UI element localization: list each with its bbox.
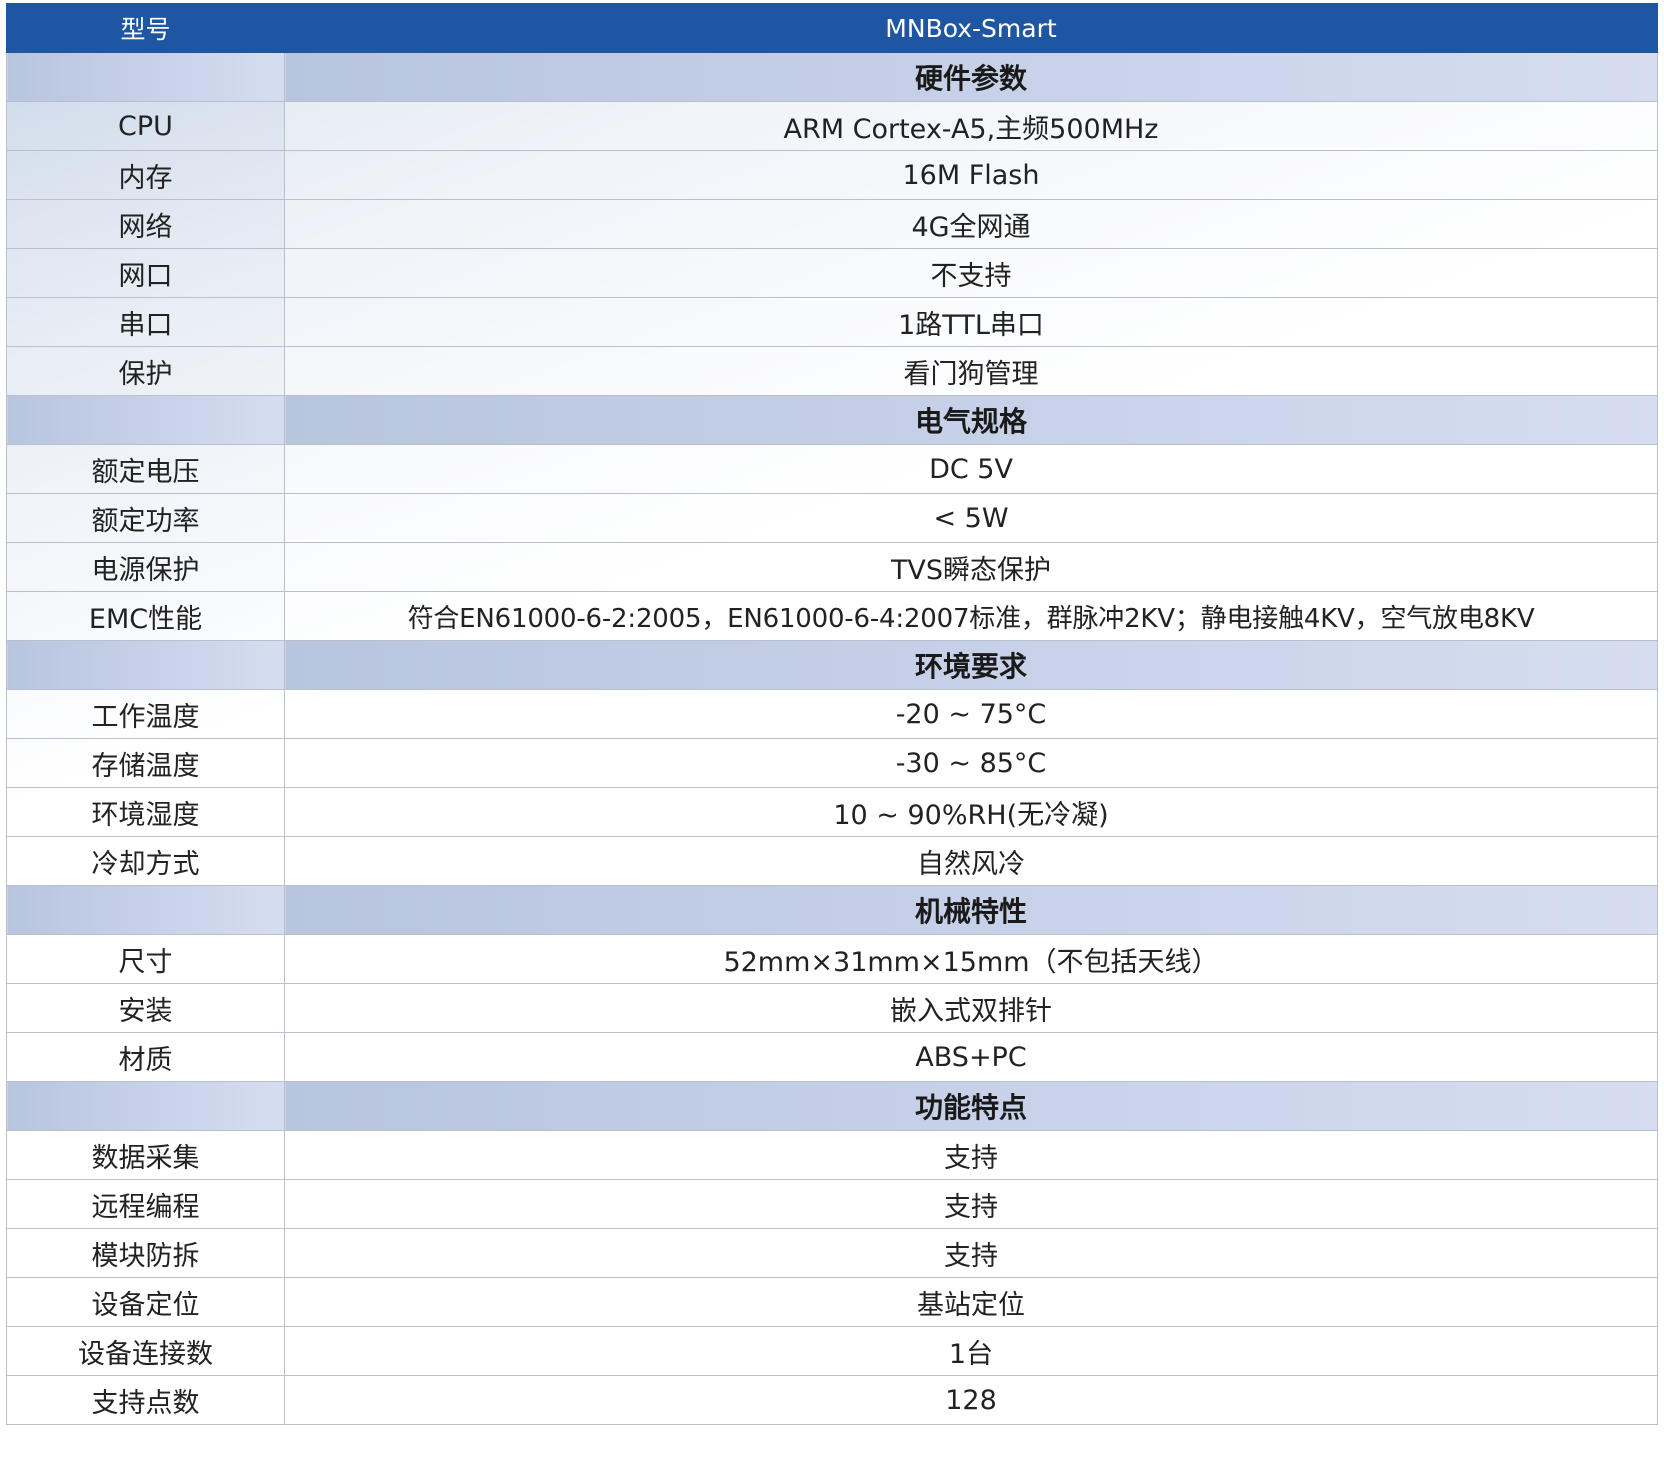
row-label: 工作温度 bbox=[6, 689, 285, 739]
table-row: 数据采集 支持 bbox=[6, 1130, 1658, 1180]
section-title: 环境要求 bbox=[284, 640, 1658, 690]
header-row: 型号 MNBox-Smart bbox=[6, 3, 1658, 53]
row-value: 支持 bbox=[284, 1179, 1658, 1229]
section-label-blank bbox=[6, 885, 285, 935]
table-row: 冷却方式 自然风冷 bbox=[6, 836, 1658, 886]
table-row: 额定电压 DC 5V bbox=[6, 444, 1658, 494]
row-label: 额定功率 bbox=[6, 493, 285, 543]
row-value: -30 ~ 85°C bbox=[284, 738, 1658, 788]
row-label: 模块防拆 bbox=[6, 1228, 285, 1278]
table-row: 保护 看门狗管理 bbox=[6, 346, 1658, 396]
row-label: 安装 bbox=[6, 983, 285, 1033]
row-label: 设备定位 bbox=[6, 1277, 285, 1327]
row-value: ARM Cortex-A5,主频500MHz bbox=[284, 101, 1658, 151]
table-row: 环境湿度 10 ~ 90%RH(无冷凝) bbox=[6, 787, 1658, 837]
row-value: -20 ~ 75°C bbox=[284, 689, 1658, 739]
table-row: 尺寸 52mm×31mm×15mm（不包括天线） bbox=[6, 934, 1658, 984]
table-row: 模块防拆 支持 bbox=[6, 1228, 1658, 1278]
row-value: 支持 bbox=[284, 1130, 1658, 1180]
table-row: 安装 嵌入式双排针 bbox=[6, 983, 1658, 1033]
section-label-blank bbox=[6, 640, 285, 690]
section-row-electrical: 电气规格 bbox=[6, 395, 1658, 445]
section-title: 功能特点 bbox=[284, 1081, 1658, 1131]
table-row: 远程编程 支持 bbox=[6, 1179, 1658, 1229]
row-label: 网口 bbox=[6, 248, 285, 298]
table-row: 额定功率 < 5W bbox=[6, 493, 1658, 543]
row-label: 尺寸 bbox=[6, 934, 285, 984]
section-title: 电气规格 bbox=[284, 395, 1658, 445]
row-value: 自然风冷 bbox=[284, 836, 1658, 886]
section-row-features: 功能特点 bbox=[6, 1081, 1658, 1131]
table-row: EMC性能 符合EN61000-6-2:2005，EN61000-6-4:200… bbox=[6, 591, 1658, 641]
table-row: 设备连接数 1台 bbox=[6, 1326, 1658, 1376]
section-row-hardware: 硬件参数 bbox=[6, 52, 1658, 102]
section-label-blank bbox=[6, 52, 285, 102]
spec-table: 型号 MNBox-Smart 硬件参数 CPU ARM Cortex-A5,主频… bbox=[6, 3, 1658, 1425]
row-value: < 5W bbox=[284, 493, 1658, 543]
section-label-blank bbox=[6, 1081, 285, 1131]
row-value: 52mm×31mm×15mm（不包括天线） bbox=[284, 934, 1658, 984]
row-label: 冷却方式 bbox=[6, 836, 285, 886]
row-value: 10 ~ 90%RH(无冷凝) bbox=[284, 787, 1658, 837]
table-row: 网口 不支持 bbox=[6, 248, 1658, 298]
row-value: 支持 bbox=[284, 1228, 1658, 1278]
table-row: 支持点数 128 bbox=[6, 1375, 1658, 1425]
row-value: 看门狗管理 bbox=[284, 346, 1658, 396]
model-value: MNBox-Smart bbox=[284, 3, 1658, 53]
table-row: 串口 1路TTL串口 bbox=[6, 297, 1658, 347]
table-row: 存储温度 -30 ~ 85°C bbox=[6, 738, 1658, 788]
section-title: 机械特性 bbox=[284, 885, 1658, 935]
row-label: 网络 bbox=[6, 199, 285, 249]
table-row: 材质 ABS+PC bbox=[6, 1032, 1658, 1082]
row-label: 材质 bbox=[6, 1032, 285, 1082]
table-row: 内存 16M Flash bbox=[6, 150, 1658, 200]
row-label: 电源保护 bbox=[6, 542, 285, 592]
row-value: 基站定位 bbox=[284, 1277, 1658, 1327]
row-value: TVS瞬态保护 bbox=[284, 542, 1658, 592]
row-label: 串口 bbox=[6, 297, 285, 347]
table-row: 工作温度 -20 ~ 75°C bbox=[6, 689, 1658, 739]
table-row: CPU ARM Cortex-A5,主频500MHz bbox=[6, 101, 1658, 151]
row-value: 1台 bbox=[284, 1326, 1658, 1376]
section-row-environment: 环境要求 bbox=[6, 640, 1658, 690]
row-value: 符合EN61000-6-2:2005，EN61000-6-4:2007标准，群脉… bbox=[284, 591, 1658, 641]
row-label: 设备连接数 bbox=[6, 1326, 285, 1376]
section-label-blank bbox=[6, 395, 285, 445]
row-label: 远程编程 bbox=[6, 1179, 285, 1229]
table-row: 网络 4G全网通 bbox=[6, 199, 1658, 249]
row-label: 支持点数 bbox=[6, 1375, 285, 1425]
section-row-mechanical: 机械特性 bbox=[6, 885, 1658, 935]
row-label: CPU bbox=[6, 101, 285, 151]
row-value: DC 5V bbox=[284, 444, 1658, 494]
row-value: 1路TTL串口 bbox=[284, 297, 1658, 347]
row-value: 128 bbox=[284, 1375, 1658, 1425]
row-label: 额定电压 bbox=[6, 444, 285, 494]
row-label: EMC性能 bbox=[6, 591, 285, 641]
table-row: 设备定位 基站定位 bbox=[6, 1277, 1658, 1327]
row-value: 16M Flash bbox=[284, 150, 1658, 200]
section-title: 硬件参数 bbox=[284, 52, 1658, 102]
model-label: 型号 bbox=[6, 3, 285, 53]
row-label: 存储温度 bbox=[6, 738, 285, 788]
table-row: 电源保护 TVS瞬态保护 bbox=[6, 542, 1658, 592]
row-label: 环境湿度 bbox=[6, 787, 285, 837]
row-value: 4G全网通 bbox=[284, 199, 1658, 249]
row-value: 不支持 bbox=[284, 248, 1658, 298]
row-value: ABS+PC bbox=[284, 1032, 1658, 1082]
row-label: 保护 bbox=[6, 346, 285, 396]
row-value: 嵌入式双排针 bbox=[284, 983, 1658, 1033]
row-label: 内存 bbox=[6, 150, 285, 200]
row-label: 数据采集 bbox=[6, 1130, 285, 1180]
